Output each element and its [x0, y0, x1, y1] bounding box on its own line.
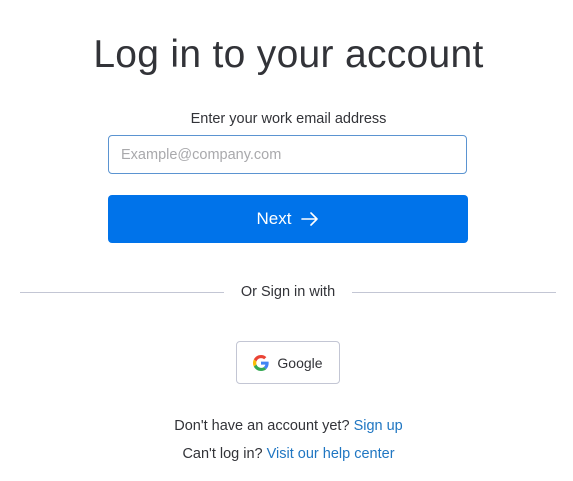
divider-line-right: [352, 291, 557, 293]
arrow-right-icon: [301, 212, 319, 226]
help-row: Can't log in? Visit our help center: [0, 444, 573, 464]
signup-link[interactable]: Sign up: [354, 418, 403, 434]
sign-in-divider: Or Sign in with: [20, 282, 557, 302]
google-button-label: Google: [277, 354, 323, 371]
divider-text: Or Sign in with: [240, 284, 336, 300]
login-page: Log in to your account Enter your work e…: [0, 0, 573, 481]
email-label: Enter your work email address: [190, 111, 387, 127]
google-sign-in-button[interactable]: Google: [236, 341, 340, 384]
divider-line-left: [20, 291, 224, 293]
signup-prompt: Don't have an account yet?: [174, 418, 350, 434]
next-button-label: Next: [256, 209, 292, 228]
next-button[interactable]: Next: [108, 195, 468, 243]
help-center-link[interactable]: Visit our help center: [267, 446, 395, 462]
page-title: Log in to your account: [93, 33, 484, 76]
google-logo-icon: [253, 354, 270, 371]
email-input[interactable]: [108, 135, 467, 174]
signup-row: Don't have an account yet? Sign up: [0, 416, 573, 436]
help-prompt: Can't log in?: [182, 446, 263, 462]
